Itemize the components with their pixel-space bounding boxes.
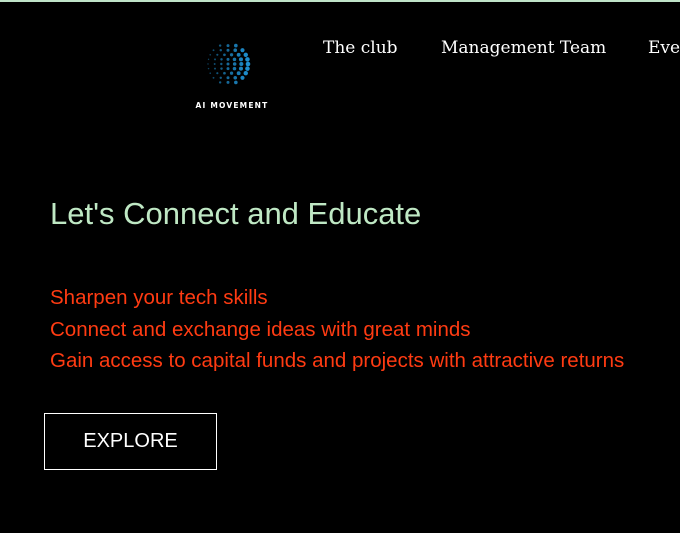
feature-item: Connect and exchange ideas with great mi… — [50, 317, 471, 341]
feature-list: Sharpen your tech skills Connect and exc… — [50, 282, 624, 377]
feature-item: Gain access to capital funds and project… — [50, 349, 625, 372]
explore-button[interactable]: EXPLORE — [44, 413, 217, 470]
nav-item-the-club[interactable]: The club — [323, 38, 398, 58]
logo-text: AI MOVEMENT — [195, 101, 269, 110]
nav-item-events[interactable]: Events — [648, 38, 680, 58]
main-nav: The club Management Team Events — [0, 38, 680, 62]
top-accent-border — [0, 0, 680, 2]
nav-item-management-team[interactable]: Management Team — [441, 38, 606, 58]
hero-headline: Let's Connect and Educate — [50, 196, 422, 231]
feature-item: Sharpen your tech skills — [50, 286, 268, 309]
